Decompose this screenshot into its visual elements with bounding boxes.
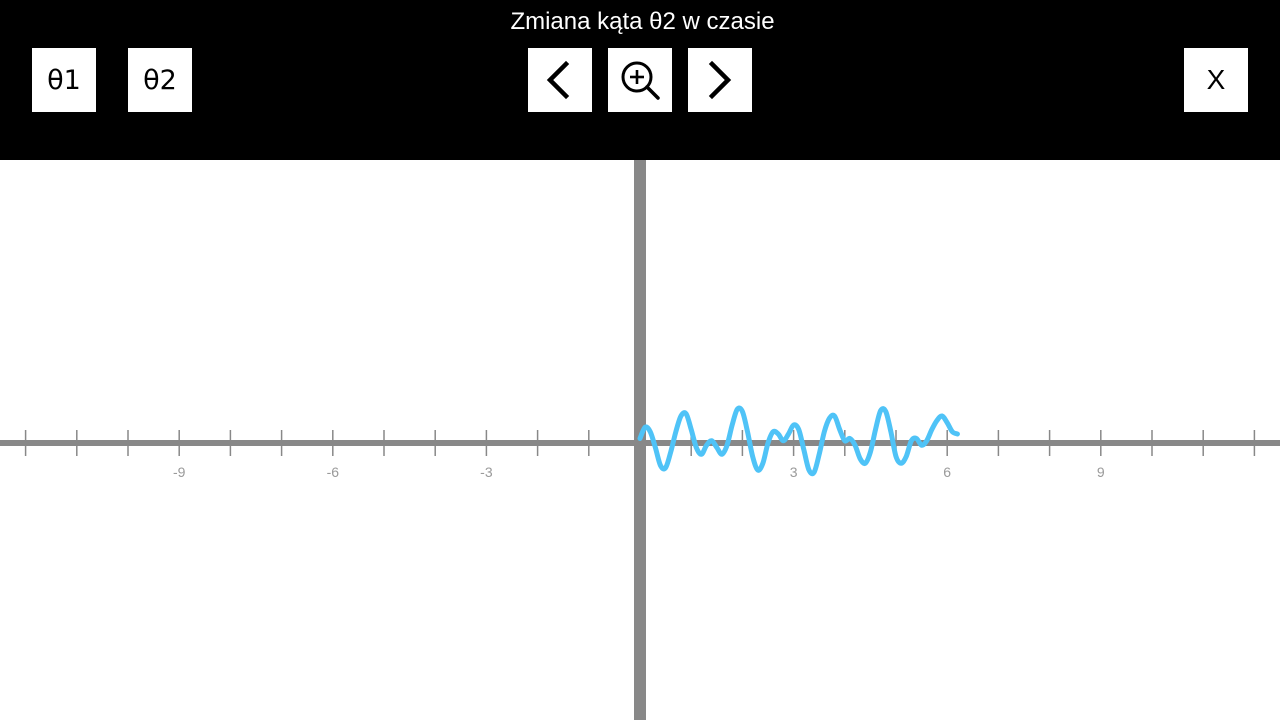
close-button-label: X	[1206, 64, 1226, 95]
top-toolbar: Zmiana kąta θ2 w czasie θ1 θ2 X	[0, 0, 1280, 160]
zoom-in-button[interactable]	[608, 48, 672, 112]
next-button[interactable]	[688, 48, 752, 112]
x-tick-label: -9	[173, 464, 186, 480]
prev-button[interactable]	[528, 48, 592, 112]
x-tick-label: -3	[480, 464, 493, 480]
plot-area[interactable]: -9 -6 -3 3 6 9	[0, 160, 1280, 720]
x-tick-label: -6	[327, 464, 340, 480]
chevron-right-icon	[708, 60, 732, 100]
x-tick-label: 3	[790, 464, 798, 480]
close-button[interactable]: X	[1184, 48, 1248, 112]
x-tick-label: 6	[943, 464, 951, 480]
theta1-button[interactable]: θ1	[32, 48, 96, 112]
theta2-chart: -9 -6 -3 3 6 9	[0, 160, 1280, 720]
theta2-button[interactable]: θ2	[128, 48, 192, 112]
page-title: Zmiana kąta θ2 w czasie	[510, 8, 775, 35]
theta2-button-label: θ2	[143, 64, 177, 96]
zoom-in-icon	[621, 61, 660, 100]
theta1-button-label: θ1	[47, 64, 81, 96]
x-tick-label: 9	[1097, 464, 1105, 480]
chevron-left-icon	[546, 60, 570, 100]
